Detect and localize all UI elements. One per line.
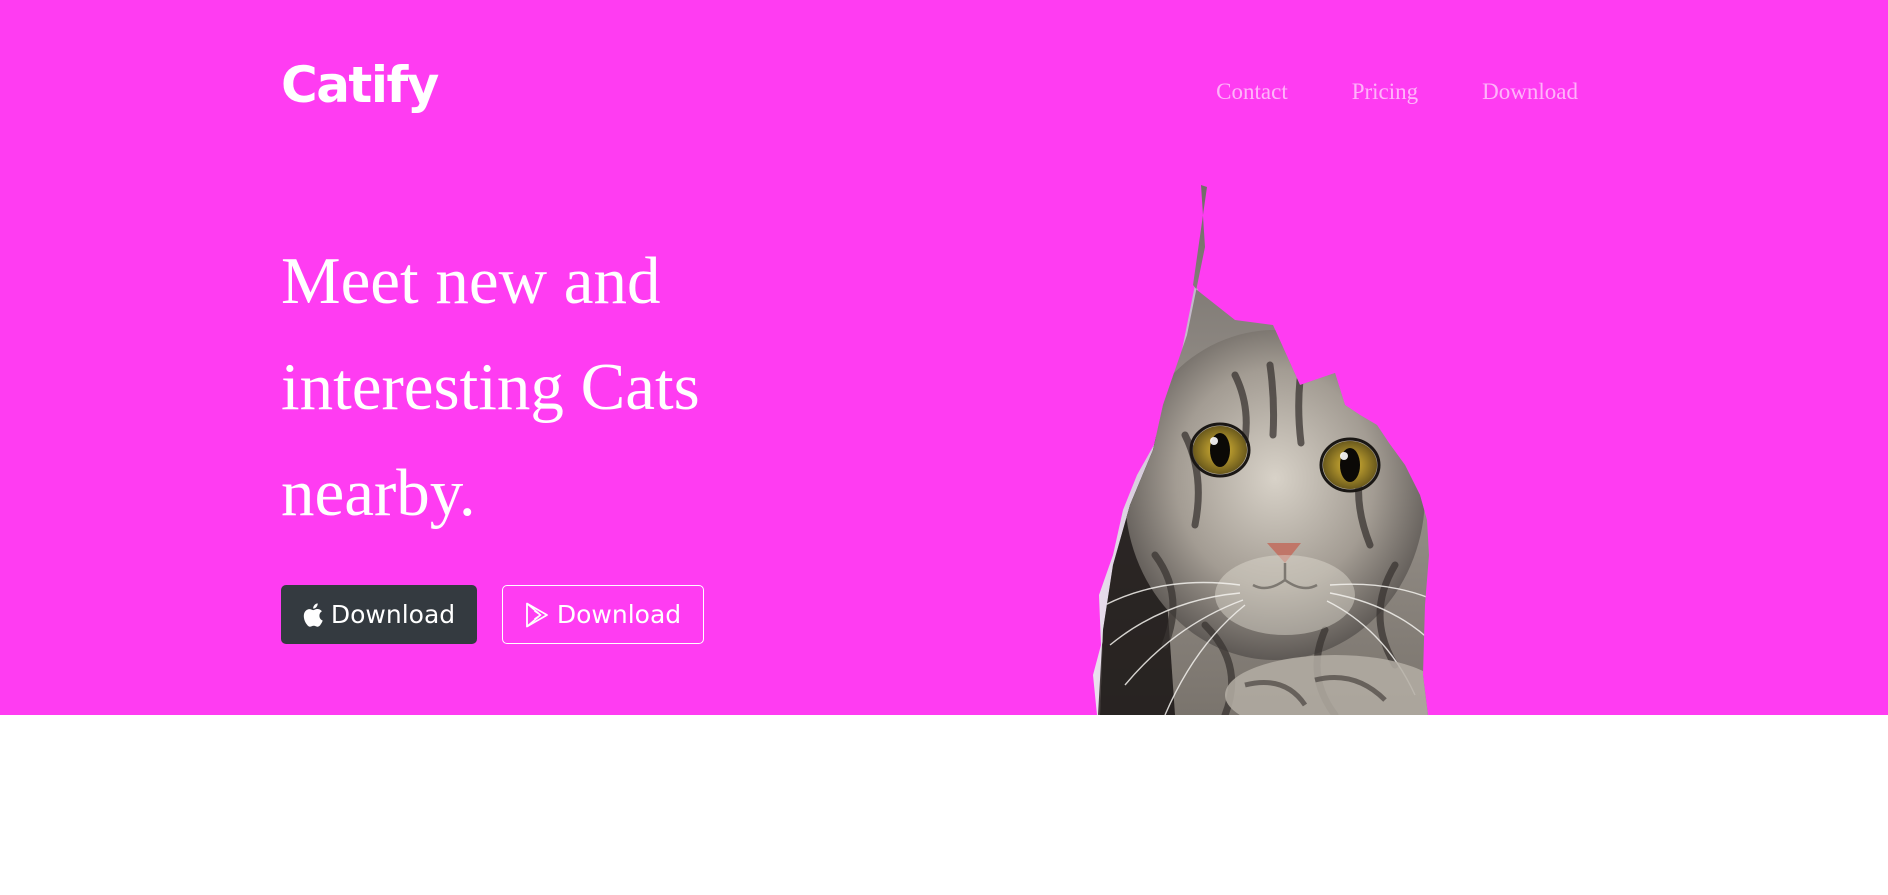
hero-cat-image <box>1005 175 1505 715</box>
hero-headline: Meet new and interesting Cats nearby. <box>281 244 700 530</box>
app-store-button-label: Download <box>330 600 456 629</box>
google-play-icon <box>525 602 549 628</box>
brand-logo[interactable]: Catify <box>281 60 439 110</box>
hero-section: Catify Contact Pricing Download Meet new… <box>0 0 1888 715</box>
apple-icon <box>303 602 323 627</box>
nav-link-download[interactable]: Download <box>1482 80 1578 103</box>
google-play-download-button[interactable]: Download <box>502 585 704 644</box>
nav-link-contact[interactable]: Contact <box>1216 80 1288 103</box>
google-play-button-label: Download <box>556 600 682 629</box>
nav-link-pricing[interactable]: Pricing <box>1352 80 1418 103</box>
top-nav: Contact Pricing Download <box>1216 80 1578 103</box>
page-content-area <box>0 715 1888 895</box>
app-store-download-button[interactable]: Download <box>281 585 477 644</box>
